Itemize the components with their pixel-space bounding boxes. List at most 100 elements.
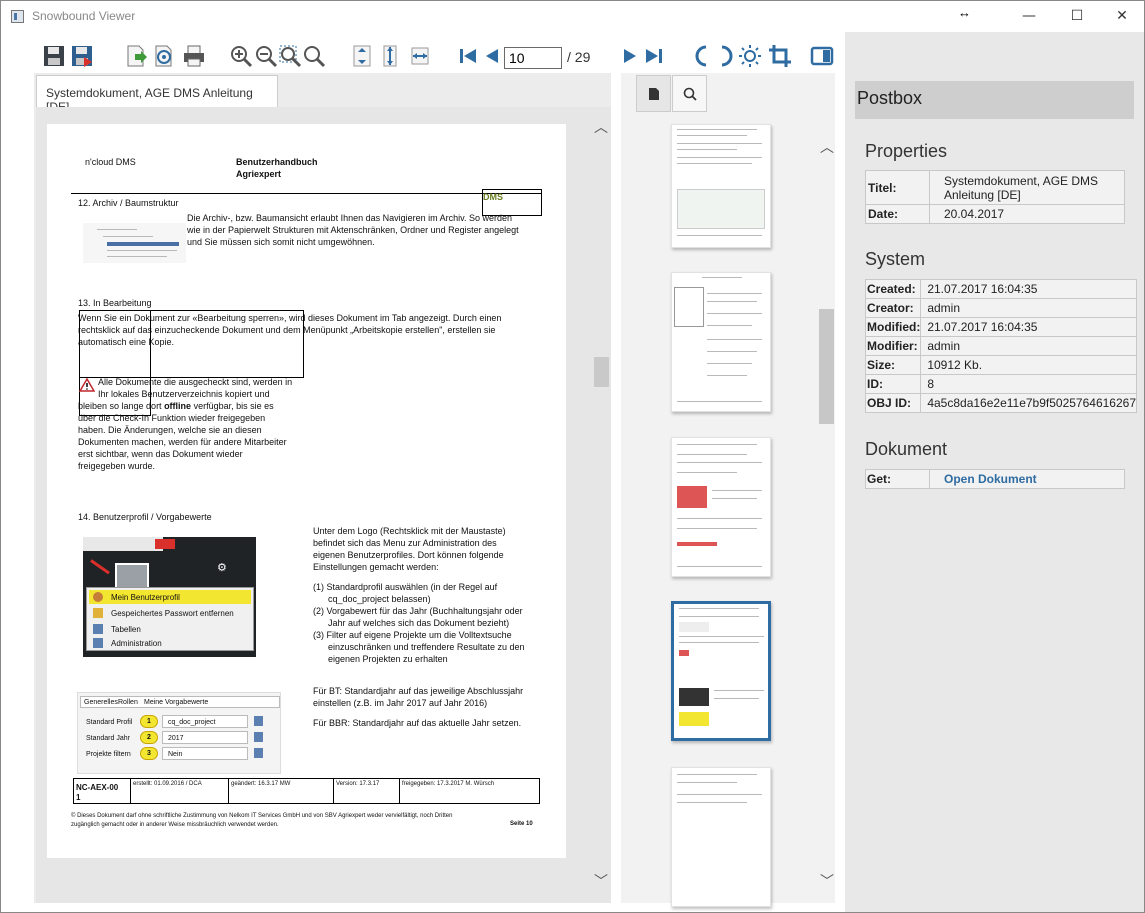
context-menu-screenshot: ⚙ Mein Benutzerprofil Gespeichertes Pass… <box>83 537 256 657</box>
chevron-down-icon[interactable]: ﹀ <box>820 871 834 891</box>
table-row: OBJ ID: 4a5c8da16e2e11e7b9f5025764616267 <box>864 393 1137 413</box>
s12-text: Die Archiv-, bzw. Baumansicht erlaubt Ih… <box>187 213 512 223</box>
close-button[interactable]: ✕ <box>1106 5 1138 27</box>
header-subtitle: Agriexpert <box>236 169 282 179</box>
step-number: 1 <box>147 718 151 725</box>
print-icon[interactable] <box>181 42 207 70</box>
property-value: admin <box>920 298 1137 318</box>
s14-text: befindet sich das Menu zur Administratio… <box>313 538 497 548</box>
step-number: 2 <box>147 734 151 741</box>
page-number: Seite 10 <box>510 821 533 827</box>
property-key: Titel: <box>865 170 930 205</box>
fit-width-icon[interactable] <box>349 42 375 70</box>
document-scrollbar-thumb[interactable] <box>594 357 609 387</box>
export-icon[interactable] <box>123 42 149 70</box>
menu-item: Gespeichertes Passwort entfernen <box>111 609 234 618</box>
save-as-icon[interactable] <box>69 42 95 70</box>
settings-label: Standard Jahr <box>86 735 130 742</box>
thumbnail-scrollbar-thumb[interactable] <box>819 309 834 424</box>
page-thumbnail[interactable] <box>671 767 771 907</box>
tab-pages[interactable] <box>636 75 671 112</box>
fit-page-icon[interactable] <box>407 42 433 70</box>
next-page-icon[interactable] <box>617 42 643 70</box>
step-number: 3 <box>147 750 151 757</box>
zoom-fit-icon[interactable] <box>277 42 303 70</box>
postbox-header: Postbox <box>855 81 1134 119</box>
chevron-down-icon[interactable]: ﹀ <box>594 871 608 891</box>
property-key: Creator: <box>864 298 922 318</box>
settings-tab: Meine Vorgabewerte <box>144 699 209 706</box>
warning-text: Alle Dokumente die ausgecheckt sind, wer… <box>98 377 293 387</box>
settings-tab: Generelles <box>84 699 118 706</box>
footer-cell: geändert: 16.3.17 MW <box>231 781 291 787</box>
s14-text: einstellen (z.B. im Jahr 2017 auf Jahr 2… <box>313 698 488 708</box>
dms-logo: DMS <box>483 192 503 202</box>
warning-text: bleiben so lange dort offline verfügbar,… <box>78 401 274 411</box>
s14-text: (2) Vorgabewert für das Jahr (Buchhaltun… <box>313 606 523 616</box>
toolbar <box>31 42 846 74</box>
header-title: Benutzerhandbuch <box>236 157 318 167</box>
property-key: Modifier: <box>864 336 922 356</box>
dokument-table: Get: Open Dokument <box>865 469 1125 489</box>
property-value: Systemdokument, AGE DMS Anleitung [DE] <box>929 170 1125 205</box>
footer-cell: freigegeben: 17.3.2017 M. Würsch <box>402 781 495 787</box>
page-thumbnail[interactable] <box>671 124 771 248</box>
footer-doc-id: NC-AEX-00 <box>76 783 119 792</box>
s14-text: (3) Filter auf eigene Projekte um die Vo… <box>313 630 512 640</box>
maximize-button[interactable]: ☐ <box>1061 5 1093 27</box>
warning-icon <box>78 377 96 392</box>
page-thumbnail[interactable] <box>671 272 771 412</box>
property-key: Date: <box>865 204 930 224</box>
email-icon[interactable] <box>151 42 177 70</box>
brightness-icon[interactable] <box>737 42 763 70</box>
table-row: Get: Open Dokument <box>865 469 1125 489</box>
tab-document[interactable]: Systemdokument, AGE DMS Anleitung [DE] <box>36 75 278 114</box>
previous-page-icon[interactable] <box>479 42 505 70</box>
dokument-title: Dokument <box>865 439 948 459</box>
zoom-search-icon[interactable] <box>301 42 327 70</box>
table-row: Creator: admin <box>864 298 1137 318</box>
warning-text: freigegeben wurde. <box>78 461 156 471</box>
header-left: n'cloud DMS <box>85 157 136 167</box>
thumbnail-scrollbar[interactable]: ︿ ﹀ <box>819 111 835 901</box>
footer-cell: Version: 17.3.17 <box>336 781 380 787</box>
copyright-text: zugänglich gemacht oder in anderer Weise… <box>71 822 279 828</box>
footer-cell: erstellt: 01.09.2016 / DCA <box>133 781 202 787</box>
page-thumbnail[interactable] <box>671 437 771 577</box>
minimize-button[interactable]: — <box>1013 5 1045 27</box>
title-bar: Snowbound Viewer ↔ — ☐ ✕ <box>1 1 1144 32</box>
property-key: Modified: <box>864 317 922 337</box>
table-row: Titel: Systemdokument, AGE DMS Anleitung … <box>865 170 1125 205</box>
sidebar-toggle-icon[interactable] <box>809 42 835 70</box>
s14-text: Für BT: Standardjahr auf das jeweilige A… <box>313 686 524 696</box>
property-key: OBJ ID: <box>864 393 922 413</box>
document-scrollbar[interactable]: ︿ ﹀ <box>588 111 611 901</box>
last-page-icon[interactable] <box>641 42 667 70</box>
save-icon[interactable] <box>41 42 67 70</box>
property-key: ID: <box>864 374 922 394</box>
page-number-input[interactable]: 10 <box>504 47 562 69</box>
first-page-icon[interactable] <box>455 42 481 70</box>
table-row: Date: 20.04.2017 <box>865 204 1125 224</box>
s14-text: eigenen Benutzerprofiles. Dort können fo… <box>313 550 504 560</box>
settings-label: Projekte filtern <box>86 751 131 758</box>
warning-text: erst sichtbar, wenn das Dokument wieder <box>78 449 243 459</box>
page-thumbnail-selected[interactable] <box>671 601 771 741</box>
tab-search[interactable] <box>672 75 707 112</box>
crop-icon[interactable] <box>767 42 793 70</box>
table-row: Modifier: admin <box>864 336 1137 356</box>
s14-text: Für BBR: Standardjahr auf das aktuelle J… <box>313 718 522 728</box>
fit-height-icon[interactable] <box>377 42 403 70</box>
s12-title: 12. Archiv / Baumstruktur <box>78 198 179 208</box>
settings-value: cq_doc_project <box>168 719 216 726</box>
settings-tab: Rollen <box>118 699 138 706</box>
chevron-up-icon[interactable]: ︿ <box>820 137 834 157</box>
chevron-up-icon[interactable]: ︿ <box>594 117 608 137</box>
zoom-out-icon[interactable] <box>253 42 279 70</box>
rotate-right-icon[interactable] <box>711 42 737 70</box>
property-value: admin <box>920 336 1137 356</box>
zoom-in-icon[interactable] <box>228 42 254 70</box>
warning-text: Dokumenten machen, werden für andere Mit… <box>78 437 287 447</box>
header-rule <box>71 193 541 194</box>
open-dokument-link[interactable]: Open Dokument <box>944 472 1037 486</box>
